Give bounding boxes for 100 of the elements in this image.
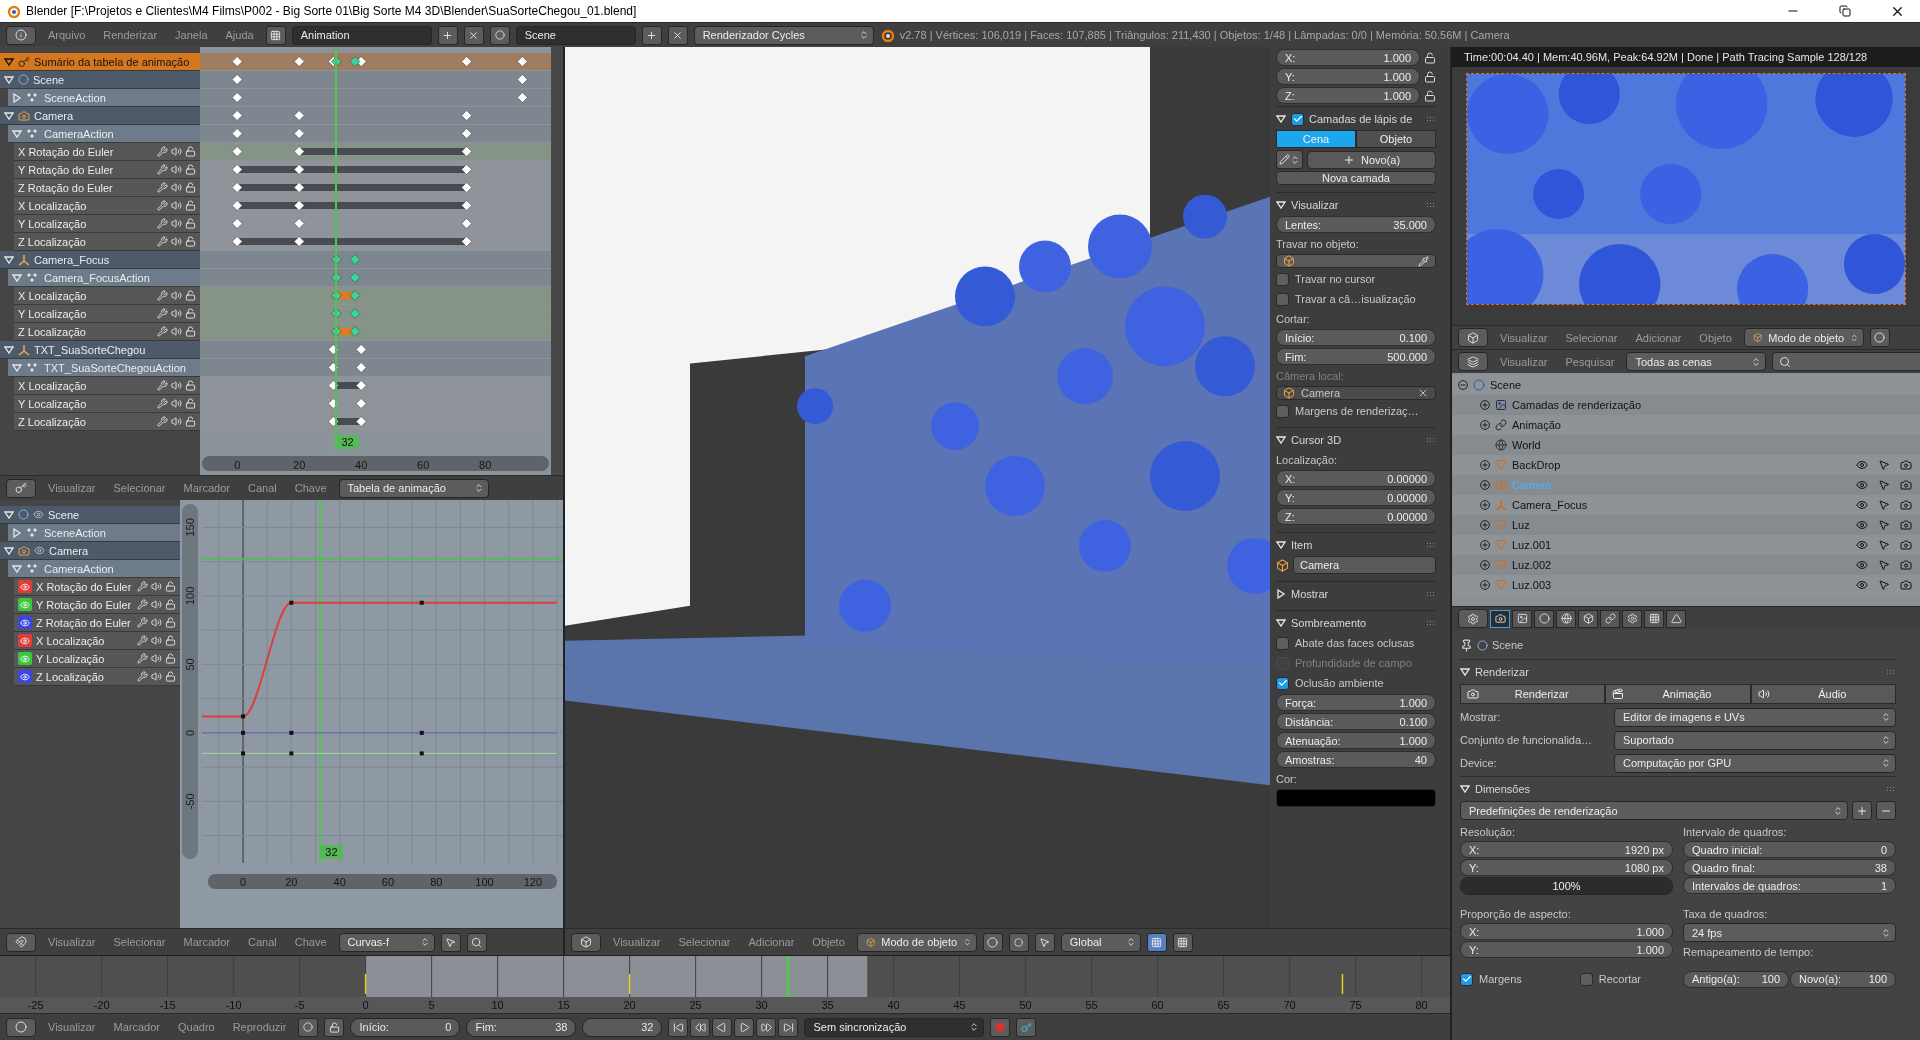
number-field[interactable]: Y: 1.000 xyxy=(1460,941,1673,958)
menu-item[interactable]: Adicionar xyxy=(1629,331,1688,344)
menu-item[interactable]: Renderizar xyxy=(97,29,164,41)
channel-row[interactable]: X Localização xyxy=(14,197,200,215)
number-field[interactable]: Z: 0.00000 xyxy=(1276,508,1436,525)
channel-row[interactable]: X Rotação do Euler xyxy=(14,143,200,161)
channel-row[interactable]: Y Rotação do Euler xyxy=(14,161,200,179)
number-field[interactable]: Intervalos de quadros: 1 xyxy=(1683,877,1896,894)
channel-row[interactable]: Y Rotação do Euler xyxy=(14,596,180,614)
channel-row[interactable]: Sumário da tabela de animação xyxy=(0,53,200,71)
scene-field[interactable]: Scene xyxy=(515,25,636,45)
menu-item[interactable]: Quadro xyxy=(171,1021,221,1033)
channel-row[interactable]: Scene xyxy=(0,506,180,524)
number-field[interactable]: Atenuação: 1.000 xyxy=(1276,732,1436,749)
number-field[interactable]: Z: 1.000 xyxy=(1276,87,1420,104)
channel-row[interactable]: Scene xyxy=(0,71,200,89)
menu-item[interactable]: Marcador xyxy=(177,936,236,948)
channel-row[interactable]: TXT_SuaSorteChegou xyxy=(0,341,200,359)
channel-row[interactable]: X Localização xyxy=(14,287,200,305)
number-field[interactable]: Y: 0.00000 xyxy=(1276,489,1436,506)
menu-item[interactable]: Reproduzir xyxy=(226,1021,293,1033)
channel-row[interactable]: Y Localização xyxy=(14,305,200,323)
number-field[interactable]: Novo(a): 100 xyxy=(1790,970,1896,988)
percentage-slider[interactable]: 100% xyxy=(1460,877,1673,895)
menu-item[interactable]: Objeto xyxy=(806,936,851,948)
menu-item[interactable]: Arquivo xyxy=(42,29,92,41)
channel-row[interactable]: CameraAction xyxy=(8,125,200,143)
number-field[interactable]: Antigo(a): 100 xyxy=(1683,970,1789,988)
number-field[interactable]: X: 0.00000 xyxy=(1276,470,1436,487)
number-field[interactable]: Y: 1080 px xyxy=(1460,859,1673,876)
number-field[interactable]: Quadro final: 38 xyxy=(1683,859,1896,876)
menu-item[interactable]: Visualizar xyxy=(42,1021,102,1033)
new-layer-button[interactable]: Nova camada xyxy=(1276,171,1436,185)
channel-row[interactable]: Z Localização xyxy=(14,413,200,431)
channel-row[interactable]: Y Localização xyxy=(14,650,180,668)
menu-item[interactable]: Selecionar xyxy=(107,936,172,948)
channel-row[interactable]: Z Rotação do Euler xyxy=(14,179,200,197)
menu-item[interactable]: Janela xyxy=(169,29,214,41)
object-field[interactable]: Camera xyxy=(1276,386,1436,400)
number-field[interactable]: X: 1.000 xyxy=(1460,923,1673,940)
render-button[interactable]: Renderizar xyxy=(1460,684,1606,704)
menu-item[interactable]: Pesquisar xyxy=(1559,355,1621,368)
number-field[interactable]: Amostras: 40 xyxy=(1276,751,1436,768)
outliner-item[interactable]: Luz xyxy=(1452,515,1920,535)
menu-item[interactable]: Visualizar xyxy=(42,936,102,948)
channel-row[interactable]: TXT_SuaSorteChegouAction xyxy=(8,359,200,377)
menu-item[interactable]: Visualizar xyxy=(42,482,102,494)
menu-item[interactable]: Visualizar xyxy=(607,936,667,948)
channel-row[interactable]: Camera_Focus xyxy=(0,251,200,269)
menu-item[interactable]: Marcador xyxy=(107,1021,166,1033)
menu-item[interactable]: Visualizar xyxy=(1494,331,1554,344)
menu-item[interactable]: Selecionar xyxy=(1559,331,1624,344)
number-field[interactable]: Distância: 0.100 xyxy=(1276,713,1436,730)
number-field[interactable]: X: 1920 px xyxy=(1460,841,1673,858)
preset-dropdown[interactable]: Predefinições de renderização xyxy=(1460,801,1848,820)
end-frame-field[interactable]: Fim: 38 xyxy=(466,1017,577,1037)
number-field[interactable]: Fim: 500.000 xyxy=(1276,348,1436,365)
channel-row[interactable]: X Rotação do Euler xyxy=(14,578,180,596)
number-field[interactable]: Início: 0.100 xyxy=(1276,329,1436,346)
render-engine-dropdown[interactable]: Renderizador Cycles xyxy=(693,25,874,45)
outliner-item[interactable]: World xyxy=(1452,435,1920,455)
dropdown[interactable]: Suportado xyxy=(1614,730,1896,750)
channel-row[interactable]: Camera xyxy=(0,542,180,560)
screen-layout-field[interactable]: Animation xyxy=(291,25,432,45)
channel-row[interactable]: CameraAction xyxy=(8,560,180,578)
menu-item[interactable]: Chave xyxy=(288,936,333,948)
outliner-item[interactable]: Camadas de renderização xyxy=(1452,395,1920,415)
mode-dropdown[interactable]: Modo de objeto xyxy=(1743,328,1864,347)
channel-row[interactable]: Y Localização xyxy=(14,395,200,413)
new-button[interactable]: Novo(a) xyxy=(1307,150,1436,169)
menu-item[interactable]: Adicionar xyxy=(742,936,801,948)
channel-row[interactable]: SceneAction xyxy=(8,524,180,542)
tab[interactable]: Objeto xyxy=(1356,130,1436,148)
sync-dropdown[interactable]: Sem sincronização xyxy=(804,1017,985,1037)
render-button[interactable]: Áudio xyxy=(1750,684,1896,704)
number-field[interactable]: Y: 1.000 xyxy=(1276,68,1420,85)
channel-row[interactable]: Camera_FocusAction xyxy=(8,269,200,287)
channel-row[interactable]: SceneAction xyxy=(8,89,200,107)
menu-item[interactable]: Selecionar xyxy=(672,936,737,948)
menu-item[interactable]: Marcador xyxy=(177,482,236,494)
number-field[interactable]: Quadro inicial: 0 xyxy=(1683,841,1896,858)
dropdown[interactable]: Editor de imagens e UVs xyxy=(1614,707,1896,727)
menu-item[interactable]: Selecionar xyxy=(107,482,172,494)
mode-dropdown[interactable]: Tabela de animação xyxy=(338,478,489,498)
channel-row[interactable]: Camera xyxy=(0,107,200,125)
number-field[interactable]: Força: 1.000 xyxy=(1276,694,1436,711)
dropdown[interactable]: 24 fps xyxy=(1683,923,1896,942)
mode-dropdown[interactable]: Curvas-f xyxy=(338,932,435,952)
render-button[interactable]: Animação xyxy=(1605,684,1751,704)
outliner-item[interactable]: Luz.002 xyxy=(1452,555,1920,575)
channel-row[interactable]: Z Rotação do Euler xyxy=(14,614,180,632)
channel-row[interactable]: Z Localização xyxy=(14,233,200,251)
menu-item[interactable]: Canal xyxy=(241,936,283,948)
current-frame-field[interactable]: 32 xyxy=(582,1017,663,1037)
menu-item[interactable]: Ajuda xyxy=(219,29,260,41)
menu-item[interactable]: Chave xyxy=(288,482,333,494)
mode-dropdown[interactable]: Modo de objeto xyxy=(856,932,977,952)
dropdown[interactable]: Computação por GPU xyxy=(1614,753,1896,773)
channel-row[interactable]: Z Localização xyxy=(14,323,200,341)
menu-item[interactable]: Objeto xyxy=(1693,331,1738,344)
